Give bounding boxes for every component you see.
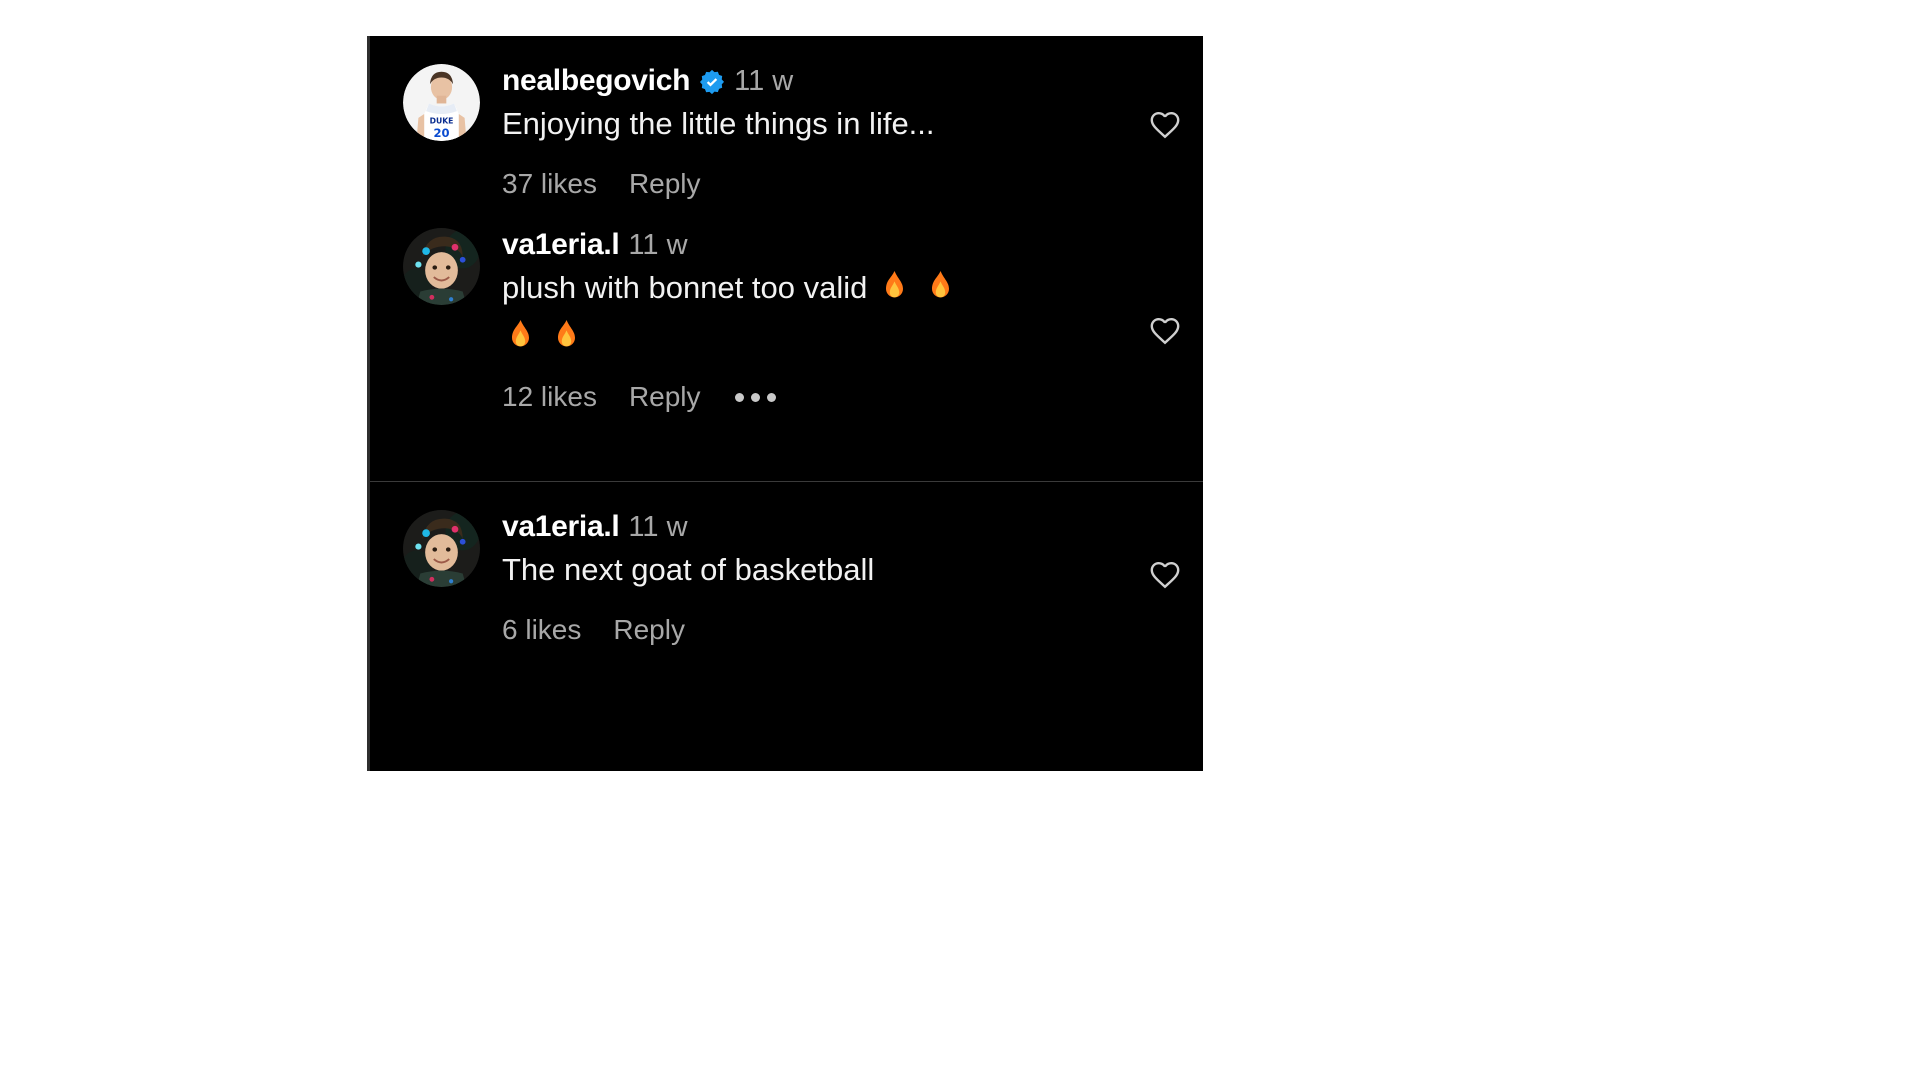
- comment-item: DUKE 20 nealbegovich 11 w Enjoying the l…: [370, 36, 1203, 208]
- comment-header: nealbegovich 11 w: [502, 66, 1133, 96]
- comments-panel: DUKE 20 nealbegovich 11 w Enjoying the l…: [367, 36, 1203, 771]
- comment-header: va1eria.l 11 w: [502, 512, 1133, 542]
- comment-item: va1eria.l 11 w plush with bonnet too val…: [370, 208, 1203, 421]
- reply-button[interactable]: Reply: [629, 383, 701, 411]
- comment-meta: 6 likes Reply: [502, 616, 1133, 644]
- comment-timestamp: 11 w: [734, 64, 794, 97]
- heart-icon[interactable]: [1147, 106, 1183, 142]
- more-options-icon[interactable]: [733, 389, 778, 406]
- comment-meta: 12 likes Reply: [502, 383, 1133, 411]
- fire-emoji: [551, 319, 582, 353]
- verified-badge-icon: [699, 69, 725, 95]
- comment-text-value: plush with bonnet too valid: [502, 270, 868, 306]
- comment-username[interactable]: va1eria.l: [502, 230, 620, 260]
- comment-header: va1eria.l 11 w: [502, 230, 1133, 260]
- heart-icon[interactable]: [1147, 312, 1183, 348]
- svg-text:DUKE: DUKE: [430, 117, 454, 126]
- reply-button[interactable]: Reply: [613, 616, 685, 644]
- comment-item: va1eria.l 11 w The next goat of basketba…: [370, 481, 1203, 654]
- comment-text: Enjoying the little things in life...: [502, 106, 935, 141]
- comment-timestamp: 11 w: [628, 228, 688, 261]
- reply-button[interactable]: Reply: [629, 170, 701, 198]
- likes-count[interactable]: 12 likes: [502, 383, 597, 411]
- comment-timestamp: 11 w: [628, 510, 688, 543]
- fire-emoji: [505, 319, 536, 353]
- comment-text: plush with bonnet too valid: [502, 264, 1133, 361]
- comment-username[interactable]: va1eria.l: [502, 512, 620, 542]
- fire-emoji: [925, 270, 956, 304]
- svg-text:20: 20: [433, 126, 449, 140]
- likes-count[interactable]: 6 likes: [502, 616, 581, 644]
- comment-body: va1eria.l 11 w The next goat of basketba…: [480, 508, 1133, 644]
- avatar-va1eria-l[interactable]: [403, 228, 480, 306]
- comment-body: va1eria.l 11 w plush with bonnet too val…: [480, 226, 1133, 411]
- comment-body: nealbegovich 11 w Enjoying the little th…: [480, 62, 1133, 198]
- comment-text: The next goat of basketball: [502, 552, 875, 588]
- likes-count[interactable]: 37 likes: [502, 170, 597, 198]
- avatar-nealbegovich[interactable]: DUKE 20: [403, 64, 480, 141]
- screenshot-canvas: DUKE 20 nealbegovich 11 w Enjoying the l…: [0, 0, 1920, 1080]
- comment-username[interactable]: nealbegovich: [502, 66, 690, 96]
- heart-icon[interactable]: [1147, 556, 1183, 592]
- avatar-va1eria-l[interactable]: [403, 510, 480, 588]
- fire-emoji: [879, 270, 910, 304]
- comment-meta: 37 likes Reply: [502, 170, 1133, 198]
